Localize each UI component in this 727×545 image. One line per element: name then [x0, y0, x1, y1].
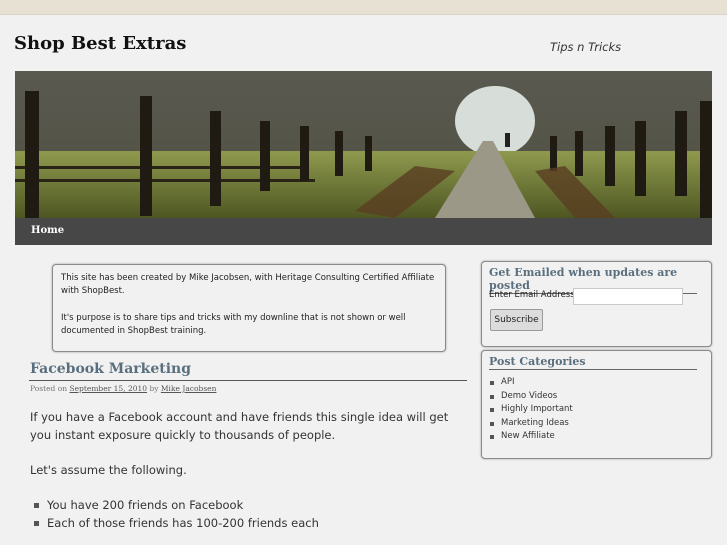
post-meta: Posted on September 15, 2010 by Mike Jac…: [30, 384, 216, 393]
post-author-link[interactable]: Mike Jacobsen: [161, 384, 217, 393]
site-description: Tips n Tricks: [550, 40, 622, 54]
nav-home-link[interactable]: Home: [31, 225, 64, 236]
header-image: [15, 71, 712, 218]
widget-title: Post Categories: [489, 355, 697, 370]
category-link[interactable]: Marketing Ideas: [489, 417, 711, 431]
list-item: Each of those friends has 100-200 friend…: [30, 514, 460, 532]
intro-paragraph: This site has been created by Mike Jacob…: [61, 273, 435, 296]
category-list: API Demo Videos Highly Important Marketi…: [489, 376, 711, 444]
post-categories-widget: Post Categories API Demo Videos Highly I…: [481, 350, 712, 459]
post-date-link[interactable]: September 15, 2010: [69, 384, 147, 393]
tree-lined-avenue-picture: [15, 71, 712, 218]
intro-paragraph: It's purpose is to share tips and tricks…: [61, 313, 406, 336]
post-bullet-list: You have 200 friends on Facebook Each of…: [30, 496, 460, 532]
intro-notice-box: This site has been created by Mike Jacob…: [52, 264, 446, 352]
post-paragraph: If you have a Facebook account and have …: [30, 410, 449, 442]
subscribe-button[interactable]: Subscribe: [490, 309, 543, 331]
post-title[interactable]: Facebook Marketing: [30, 361, 191, 377]
post-paragraph: Let's assume the following.: [30, 463, 187, 477]
post-meta-prefix: Posted on: [30, 384, 68, 393]
list-item: You have 200 friends on Facebook: [30, 496, 460, 514]
page: Shop Best Extras Tips n Tricks Home This…: [0, 14, 727, 545]
post-title-divider: [29, 380, 467, 381]
post-meta-by: by: [149, 384, 159, 393]
post-content: If you have a Facebook account and have …: [30, 408, 460, 532]
email-label: Enter Email Address: [489, 290, 575, 300]
email-input[interactable]: [573, 288, 683, 305]
category-link[interactable]: Highly Important: [489, 403, 711, 417]
main-navigation: Home: [15, 218, 712, 245]
category-link[interactable]: API: [489, 376, 711, 390]
site-title[interactable]: Shop Best Extras: [14, 33, 186, 54]
category-link[interactable]: Demo Videos: [489, 390, 711, 404]
category-link[interactable]: New Affiliate: [489, 430, 711, 444]
email-subscribe-widget: Get Emailed when updates are posted Ente…: [481, 261, 712, 347]
